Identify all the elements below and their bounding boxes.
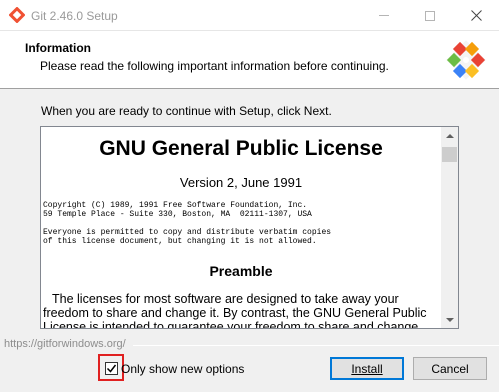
title-bar: Git 2.46.0 Setup [0, 0, 499, 31]
permission-line: of this license document, but changing i… [43, 237, 317, 246]
address-line: 59 Temple Place - Suite 330, Boston, MA … [43, 210, 312, 219]
cancel-button[interactable]: Cancel [413, 357, 487, 380]
git-logo [446, 40, 486, 80]
preamble-line: freedom to share and change it. By contr… [43, 306, 427, 320]
install-button[interactable]: Install [330, 357, 404, 380]
preamble-line: License is intended to guarantee your fr… [43, 320, 419, 328]
license-textbox[interactable]: GNU General Public License Version 2, Ju… [40, 126, 459, 329]
scroll-thumb[interactable] [442, 147, 457, 162]
license-content: GNU General Public License Version 2, Ju… [41, 127, 441, 328]
maximize-button[interactable] [407, 0, 453, 31]
page-subtitle: Please read the following important info… [40, 59, 389, 73]
cancel-label: Cancel [431, 361, 469, 376]
footer-divider [133, 345, 499, 346]
chevron-down-icon [445, 317, 454, 322]
chevron-up-icon [445, 133, 454, 138]
intro-text: When you are ready to continue with Setu… [41, 104, 332, 118]
wizard-header: Information Please read the following im… [0, 31, 499, 89]
vertical-scrollbar[interactable] [441, 127, 458, 328]
close-button[interactable] [453, 0, 499, 31]
minimize-icon [379, 15, 389, 16]
install-label: Install [351, 361, 383, 376]
close-icon [470, 10, 482, 21]
page-title: Information [25, 41, 91, 55]
license-title: GNU General Public License [99, 137, 383, 160]
preamble-line: The licenses for most software are desig… [52, 292, 399, 306]
scroll-down-button[interactable] [441, 311, 458, 328]
scroll-up-button[interactable] [441, 127, 458, 144]
license-version: Version 2, June 1991 [179, 175, 303, 190]
only-new-options-label[interactable]: Only show new options [121, 362, 244, 376]
minimize-button[interactable] [361, 0, 407, 31]
website-link[interactable]: https://gitforwindows.org/ [4, 338, 126, 350]
window-title: Git 2.46.0 Setup [31, 9, 118, 23]
preamble-paragraph: The licenses for most software are desig… [43, 292, 441, 328]
git-logo-icon [9, 7, 25, 23]
preamble-heading: Preamble [209, 263, 273, 279]
maximize-icon [425, 10, 435, 21]
